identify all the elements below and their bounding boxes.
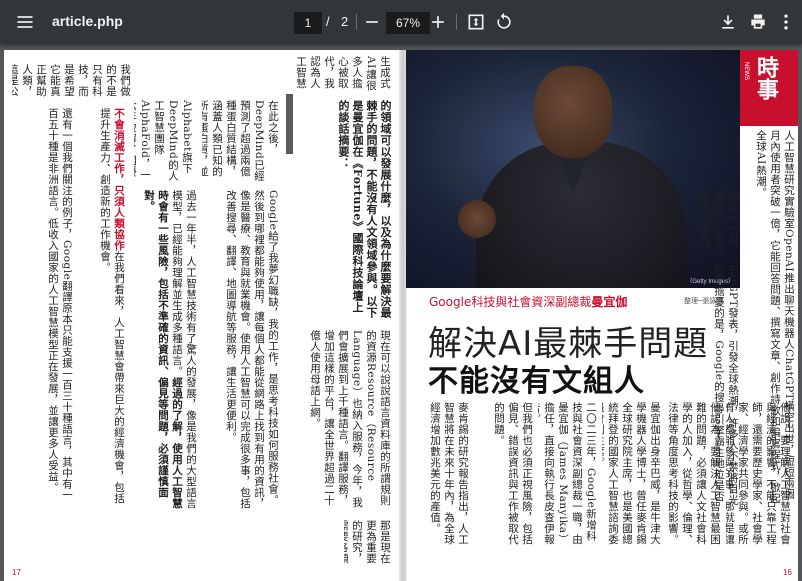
- document-viewer[interactable]: 還有一個我們關注的例子，Google翻譯原本只能支援一百三十種語言，其中有一百五…: [0, 44, 802, 581]
- body-column: 二〇二三年，Google新增科技與社會資深副總裁一職，由曼宜伽（James Ma…: [538, 402, 598, 552]
- body-column: 現在可以說說語言資料庫的所謂規則的資源Resource（Resource Lan…: [296, 330, 392, 510]
- body-column: 他認為，要解決人工智慧最困難的問題，必須讓人文社會科學的人加入，從哲學、倫理、法…: [666, 402, 722, 552]
- body-column: 還有一個我們關注的例子，Google翻譯原本只能支援一百三十種語言，其中有一百五…: [12, 108, 74, 508]
- page-separator: /: [326, 14, 330, 29]
- headline-line2: 不能沒有文組人: [428, 364, 645, 399]
- body-column: 那是現在更為重要的研究，需要各領域的專家共同投入，深入了解人類社會。: [344, 520, 392, 570]
- reporter-credit: 整理─張詠晴: [684, 297, 724, 305]
- body-column: 過去一年半，人工智慧技術有了驚人的發展，像是我們的大型語言模型，已經能夠理解並生…: [130, 190, 198, 510]
- body-column: 麥肯錫的研究報告指出，人工智慧將在未來十年內，為全球經濟增加數兆美元的產值。: [414, 402, 470, 552]
- body-column: Alphabet旗下DeepMind的人工智慧團隊AlphaFold，一六年破解…: [134, 100, 194, 185]
- zoom-in-button[interactable]: [428, 12, 448, 32]
- body-column: Google給了我夢幻職缺，我的工作，是思考科技如何服務社會。然後到哪裡都能夠使…: [202, 190, 280, 510]
- rotate-icon: [497, 12, 511, 29]
- document-title: article.php: [52, 13, 123, 29]
- body-text: Alphabet旗下DeepMind的人工智慧團隊AlphaFold，一六年破解…: [134, 100, 193, 182]
- body-text: 但我們也必須正視風險，包括偏見、錯誤資訊與工作被取代的問題。: [493, 402, 533, 545]
- more-actions-button[interactable]: [776, 12, 796, 32]
- plus-icon: [432, 16, 444, 28]
- subtitle-name: 曼宜伽: [591, 295, 628, 309]
- body-text: 麥肯錫的研究報告指出，人工智慧將在未來十年內，為全球經濟增加數兆美元的產值。: [429, 402, 469, 545]
- section-tag: NEWS 時事: [740, 50, 798, 126]
- photo-figure: [458, 200, 496, 238]
- body-text: 他認為，要解決人工智慧最困難的問題，必須讓人文社會科學的人加入，從哲學、倫理、法…: [667, 402, 721, 545]
- body-column: 在此之後，DeepMind已經預測了超過兩億種蛋白質結構，涵蓋人類已知的所有蛋白…: [202, 100, 280, 185]
- download-icon: [722, 15, 734, 29]
- body-column: 曼宜伽出身辛巴威，是牛津大學機器人學博士，曾任麥肯錫全球研究院主席，也是美國總統…: [602, 402, 662, 552]
- body-column: 但我們也必須正視風險，包括偏見、錯誤資訊與工作被取代的問題。: [474, 402, 534, 552]
- page-number-right: 16: [783, 568, 792, 577]
- printer-icon: [751, 14, 765, 29]
- body-column: 生成式AI讓很多人擔心被取代，我認為人工智慧帶來的是工作的轉變。: [296, 56, 392, 96]
- body-column: 他說，要理解人工智慧對社會與經濟的影響，不能只靠工程師，還需要歷史學家、社會學家…: [726, 402, 792, 552]
- more-vert-icon: [784, 14, 788, 30]
- page-number-input[interactable]: [294, 12, 322, 34]
- subtitle-role: Google科技與社會資深副總裁: [429, 295, 592, 309]
- body-text: 二〇二三年，Google新增科技與社會資深副總裁一職，由曼宜伽（James Ma…: [538, 402, 597, 545]
- quote-bar: [286, 94, 293, 154]
- body-text: 生成式AI讓很多人擔心被取代，我認為人工智慧帶來的是工作的轉變。: [296, 56, 391, 91]
- section-tag-kanji: 時事: [753, 56, 779, 100]
- intro-column: 的領域可以發展什麼，以及為什麼要解決最棘手的問題，不能沒有人文領域參與。以下是曼…: [296, 100, 392, 320]
- pdf-toolbar: article.php / 2: [0, 0, 802, 44]
- menu-button[interactable]: [14, 12, 36, 32]
- subheading: 不會消滅工作，只須人類協作: [113, 108, 125, 251]
- zoom-out-button[interactable]: [362, 12, 382, 32]
- body-column: 我們做的不是只有科技，而是希望它能真正幫助人類，這是公司的使命。: [12, 64, 132, 104]
- toolbar-divider: [356, 14, 357, 30]
- minus-icon: [366, 21, 378, 23]
- pdf-page: 還有一個我們關注的例子，Google翻譯原本只能支援一百三十種語言，其中有一百五…: [4, 50, 798, 581]
- body-text: Google給了我夢幻職缺，我的工作，是思考科技如何服務社會。: [267, 190, 279, 506]
- photo-figure: [534, 66, 612, 158]
- hamburger-menu-icon: [17, 16, 33, 28]
- body-text: 曼宜伽出身辛巴威，是牛津大學機器人學博士，曾任麥肯錫全球研究院主席，也是美國總統…: [602, 402, 661, 545]
- page-total: 2: [341, 14, 349, 29]
- rotate-button[interactable]: [494, 12, 514, 32]
- body-text: 在此之後，DeepMind已經預測了超過兩億種蛋白質結構，涵蓋人類已知的所有蛋白…: [202, 100, 279, 182]
- body-text: 那是現在更為重要的研究，需要各領域的專家共同投入，深入了解人類社會。: [344, 520, 391, 564]
- body-text: 我們做的不是只有科技，而是希望它能真正幫助人類，這是公司的使命。: [12, 64, 131, 97]
- body-column: 不會消滅工作，只須人類協作在我們看來，人工智慧會帶來巨大的經濟機會，包括提升生產…: [78, 108, 126, 508]
- print-button[interactable]: [748, 12, 768, 32]
- section-tag-en: NEWS: [743, 62, 749, 80]
- page-number-left: 17: [12, 568, 21, 577]
- zoom-input[interactable]: [386, 12, 430, 34]
- toolbar-divider: [456, 14, 457, 30]
- download-button[interactable]: [718, 12, 738, 32]
- intro-text: 的領域可以發展什麼，以及為什麼要解決最棘手的問題，不能沒有人文領域參與。以下是曼…: [337, 100, 392, 319]
- article-subtitle: Google科技與社會資深副總裁曼宜伽: [429, 293, 627, 310]
- fit-page-icon: [468, 14, 484, 30]
- body-text: 低收入國家的人工智慧模型正在發展，並讓更多人受益。: [47, 218, 59, 493]
- fit-to-page-button[interactable]: [466, 12, 486, 32]
